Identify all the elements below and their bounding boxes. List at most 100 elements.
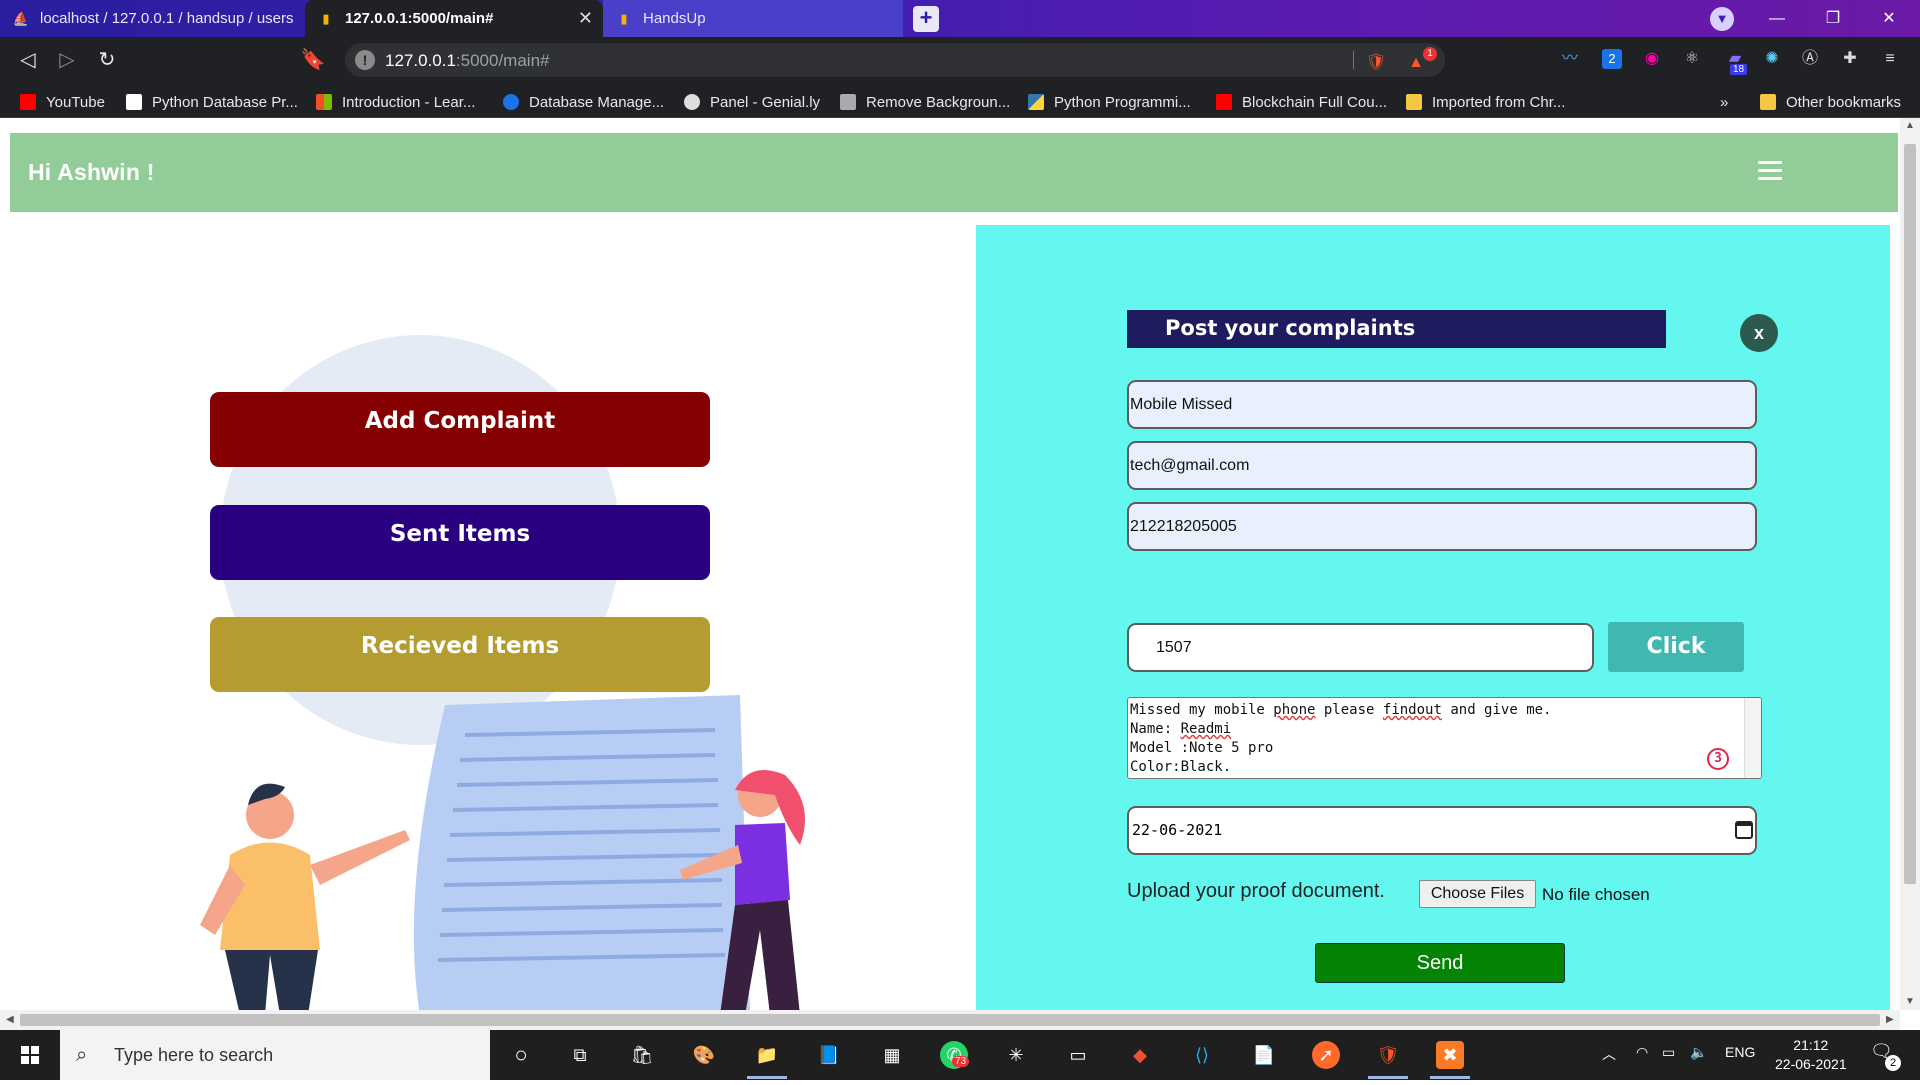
brave-shield-icon[interactable]: 🛡 (1365, 52, 1387, 74)
react-extension-icon[interactable]: ⚛ (1682, 49, 1702, 69)
taskbar-search[interactable]: ⌕ Type here to search (60, 1030, 490, 1080)
calculator-icon[interactable]: ▦ (878, 1041, 906, 1069)
bookmark-database[interactable]: Database Manage... (503, 92, 664, 112)
close-form-button[interactable]: x (1740, 314, 1778, 352)
puzzle-icon[interactable]: ✚ (1840, 49, 1860, 69)
vscode-icon[interactable]: ⟨⟩ (1188, 1041, 1216, 1069)
minimize-button[interactable]: — (1749, 0, 1805, 37)
brave-icon[interactable]: 🛡 (1374, 1041, 1402, 1069)
paint-icon[interactable]: 🎨 (690, 1041, 718, 1069)
bookmark-python-programming[interactable]: Python Programmi... (1028, 92, 1191, 112)
language-indicator[interactable]: ENG (1725, 1044, 1755, 1060)
description-textarea[interactable]: Missed my mobile phone please findout an… (1127, 697, 1762, 779)
scroll-left-icon[interactable]: ◀ (6, 1014, 14, 1025)
battery-icon[interactable]: ▭ (1662, 1044, 1675, 1061)
slack-icon[interactable]: ✳ (1002, 1041, 1030, 1069)
tab-phpmyadmin[interactable]: ⛵ localhost / 127.0.0.1 / handsup / user… (0, 0, 305, 37)
network-icon[interactable]: ◠ (1636, 1044, 1648, 1061)
email-input[interactable]: tech@gmail.com (1127, 441, 1757, 490)
bookmark-remove-bg[interactable]: Remove Backgroun... (840, 92, 1010, 112)
date-input[interactable]: 22-06-2021 (1127, 806, 1757, 855)
color-extension-icon[interactable]: ◉ (1642, 49, 1662, 69)
tab-title: HandsUp (643, 10, 706, 27)
send-button[interactable]: Send (1315, 943, 1565, 983)
info-icon[interactable]: ! (355, 50, 375, 70)
chevron-up-icon[interactable]: ︿ (1602, 1044, 1616, 1064)
active-indicator (1368, 1076, 1408, 1079)
scroll-right-icon[interactable]: ▶ (1886, 1014, 1894, 1025)
bookmark-blockchain[interactable]: Blockchain Full Cou... (1216, 92, 1387, 112)
no-file-text: No file chosen (1542, 885, 1650, 904)
file-explorer-icon[interactable]: 📁 (753, 1041, 781, 1069)
store-icon[interactable]: 🛍 (628, 1041, 656, 1069)
gear-extension-icon[interactable]: ✺ (1762, 49, 1782, 69)
code-input[interactable]: 1507 (1127, 623, 1594, 672)
terminal-icon[interactable]: ▭ (1064, 1041, 1092, 1069)
profile-icon[interactable]: ▼ (1710, 7, 1734, 31)
horizontal-scrollbar[interactable]: ◀ ▶ (0, 1010, 1900, 1030)
clock[interactable]: 21:12 22-06-2021 (1775, 1036, 1847, 1074)
add-complaint-button[interactable]: Add Complaint (210, 392, 710, 467)
a-extension-icon[interactable]: Ⓐ (1800, 49, 1820, 69)
other-bookmarks[interactable]: Other bookmarks (1760, 92, 1901, 112)
register-number-input[interactable]: 212218205005 (1127, 502, 1757, 551)
scroll-down-icon[interactable]: ▼ (1905, 996, 1915, 1007)
bookmark-icon[interactable]: 🔖 (300, 47, 326, 73)
microsoft-icon (316, 94, 332, 110)
bookmark-python-db[interactable]: Python Database Pr... (126, 92, 298, 112)
sent-items-button[interactable]: Sent Items (210, 505, 710, 580)
git-icon[interactable]: ◆ (1126, 1041, 1154, 1069)
bookmark-genially[interactable]: Panel - Genial.ly (684, 92, 820, 112)
textarea-scrollbar[interactable] (1744, 698, 1761, 778)
start-button[interactable] (0, 1030, 60, 1080)
wave-extension-icon[interactable]: 〰 (1560, 49, 1580, 69)
subject-input[interactable]: Mobile Missed (1127, 380, 1757, 429)
hamburger-menu-icon[interactable] (1758, 161, 1782, 181)
postman-icon[interactable]: ➚ (1312, 1041, 1340, 1069)
notes-icon[interactable]: 📘 (815, 1041, 843, 1069)
close-window-button[interactable]: ✕ (1861, 0, 1917, 37)
windows-taskbar: ⌕ Type here to search ○ ⧉ 🛍 🎨 📁 📘 ▦ ✆ 73… (0, 1030, 1920, 1080)
document-icon[interactable]: 📄 (1250, 1041, 1278, 1069)
scroll-thumb[interactable] (20, 1014, 1880, 1026)
address-bar[interactable]: ! 127.0.0.1:5000/main# 🛡 ▲ 1 (345, 43, 1445, 77)
back-icon[interactable]: ◁ (15, 47, 41, 73)
bookmarks-bar: YouTube Python Database Pr... Introducti… (0, 84, 1920, 118)
app-header: Hi Ashwin ! (10, 133, 1898, 212)
click-button[interactable]: Click (1608, 622, 1744, 672)
divider (1353, 51, 1354, 69)
calendar-icon[interactable] (1735, 821, 1753, 839)
bookmark-introduction[interactable]: Introduction - Lear... (316, 92, 475, 112)
tab-handsup[interactable]: ▮ HandsUp (603, 0, 903, 37)
description-line: Color:Black. (1130, 759, 1232, 775)
reload-icon[interactable]: ↻ (94, 47, 120, 73)
task-view-icon[interactable]: ⧉ (566, 1041, 594, 1069)
restore-button[interactable]: ❐ (1805, 0, 1861, 37)
menu-icon[interactable]: ≡ (1880, 49, 1900, 69)
close-tab-icon[interactable]: ✕ (578, 8, 593, 29)
layers-icon (840, 94, 856, 110)
two-extension-icon[interactable]: 2 (1602, 49, 1622, 69)
clock-time: 21:12 (1793, 1037, 1829, 1053)
windows-icon (21, 1046, 39, 1064)
forward-icon[interactable]: ▷ (54, 47, 80, 73)
scroll-thumb[interactable] (1904, 144, 1916, 884)
grammar-badge[interactable]: 3 (1707, 748, 1729, 770)
bookmark-imported[interactable]: Imported from Chr... (1406, 92, 1565, 112)
xampp-icon[interactable]: ✖ (1436, 1041, 1464, 1069)
scroll-up-icon[interactable]: ▲ (1905, 120, 1915, 131)
choose-files-button[interactable]: Choose Files (1419, 880, 1536, 908)
bookmarks-overflow[interactable]: » (1720, 92, 1728, 112)
url-text[interactable]: 127.0.0.1:5000/main# (385, 51, 549, 71)
received-items-button[interactable]: Recieved Items (210, 617, 710, 692)
tab-title: localhost / 127.0.0.1 / handsup / users (40, 10, 294, 27)
tab-main[interactable]: ▮ 127.0.0.1:5000/main# ✕ (305, 0, 603, 37)
active-indicator (747, 1076, 787, 1079)
cortana-icon[interactable]: ○ (507, 1041, 535, 1069)
whatsapp-badge: 73 (952, 1056, 970, 1067)
bookmark-youtube[interactable]: YouTube (20, 92, 105, 112)
new-tab-button[interactable]: + (913, 6, 939, 32)
volume-icon[interactable]: 🔈 (1690, 1044, 1707, 1061)
vertical-scrollbar[interactable]: ▲ ▼ (1900, 118, 1920, 1010)
left-panel: Add Complaint Sent Items Recieved Items (10, 225, 972, 1010)
